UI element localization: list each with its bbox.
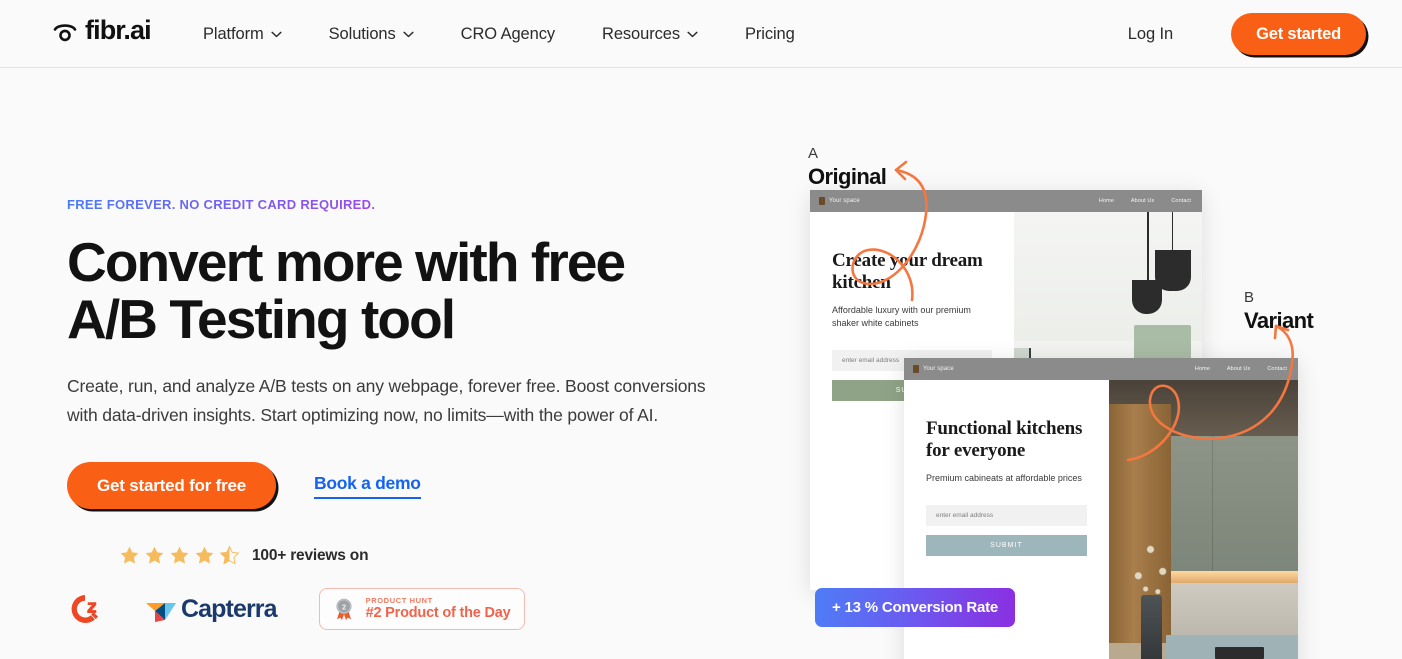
nav-label-platform: Platform — [203, 24, 264, 43]
variant-b-name: Variant — [1244, 308, 1314, 333]
variant-a-name: Original — [808, 164, 887, 189]
page-title: Convert more with free A/B Testing tool — [67, 231, 707, 351]
variant-a-nav-home[interactable]: Home — [1099, 198, 1114, 204]
variant-b-site-header: Your space Home About Us Contact — [904, 358, 1298, 380]
ab-test-illustration: A Original B Variant Your space Home Abo… — [780, 120, 1402, 659]
variant-b-label: B Variant — [1244, 289, 1314, 334]
star-icon-2 — [145, 546, 164, 565]
chevron-down-icon — [271, 31, 282, 37]
login-link[interactable]: Log In — [1128, 25, 1173, 44]
product-hunt-texts: PRODUCT HUNT #2 Product of the Day — [365, 595, 511, 623]
modern-kitchen-photo — [1108, 380, 1298, 659]
get-started-button[interactable]: Get started — [1231, 13, 1366, 55]
hero-eyebrow: FREE FOREVER. NO CREDIT CARD REQUIRED. — [67, 197, 376, 212]
variant-a-brand-text: Your space — [829, 198, 860, 204]
fibr-eye-icon — [53, 23, 77, 41]
nav-label-solutions: Solutions — [328, 24, 396, 43]
variant-a-nav-about[interactable]: About Us — [1131, 198, 1154, 204]
brand-mark-icon — [913, 365, 919, 373]
header-actions: Log In Get started — [1128, 0, 1366, 68]
nav-label-pricing: Pricing — [744, 24, 795, 43]
brand-mark-icon — [819, 197, 825, 205]
variant-a-heading: Create your dream kitchen — [832, 250, 983, 294]
landing-page: fibr.ai Platform Solutions CRO Agency Re… — [0, 0, 1402, 659]
variant-a-label: A Original — [808, 145, 887, 190]
site-header: fibr.ai Platform Solutions CRO Agency Re… — [0, 0, 1402, 68]
g2-logo-icon[interactable] — [67, 591, 103, 627]
social-proof-badges: Capterra 2 PRODUCT HUNT #2 Product of th… — [67, 588, 727, 631]
star-icon-3 — [170, 546, 189, 565]
hero-cta-row: Get started for free Book a demo — [67, 462, 727, 510]
logo-text: fibr.ai — [85, 15, 152, 45]
variant-b-photo — [1108, 380, 1298, 659]
star-icon-4 — [195, 546, 214, 565]
variant-b-brand-text: Your space — [923, 366, 954, 372]
variant-b-heading: Functional kitchens for everyone — [926, 418, 1083, 462]
product-hunt-badge[interactable]: 2 PRODUCT HUNT #2 Product of the Day — [318, 588, 526, 631]
conversion-rate-badge: + 13 % Conversion Rate — [815, 588, 1016, 627]
variant-a-site-header: Your space Home About Us Contact — [810, 190, 1202, 212]
variant-b-submit-button[interactable]: SUBMIT — [926, 534, 1087, 556]
variant-b-nav-home[interactable]: Home — [1195, 366, 1210, 372]
variant-a-site-nav: Home About Us Contact — [1099, 198, 1191, 204]
hero-title-line1: Convert more with free — [67, 231, 626, 293]
get-started-for-free-button[interactable]: Get started for free — [67, 462, 277, 510]
rating-row: 100+ reviews on — [67, 545, 727, 566]
star-icon-half-5 — [219, 545, 240, 565]
nav-item-solutions[interactable]: Solutions — [329, 25, 414, 44]
variant-a-letter: A — [808, 145, 819, 162]
capterra-wordmark: Capterra — [181, 594, 278, 623]
capterra-mark-icon — [146, 603, 176, 623]
variant-a-site-brand: Your space — [819, 197, 860, 205]
star-rating — [119, 545, 240, 566]
main-nav: Platform Solutions CRO Agency Resources … — [203, 0, 795, 68]
variant-b-site-nav: Home About Us Contact — [1195, 366, 1287, 372]
hero-title-line2: A/B Testing tool — [67, 288, 456, 351]
nav-item-platform[interactable]: Platform — [203, 25, 282, 44]
reviews-count-text: 100+ reviews on — [252, 546, 369, 564]
variant-b-paragraph: Premium cabineats at affordable prices — [926, 472, 1082, 483]
variant-a-paragraph: Affordable luxury with our premium shake… — [832, 304, 971, 328]
nav-label-cro-agency: CRO Agency — [460, 24, 555, 43]
variant-b-email-input[interactable]: enter email address — [926, 504, 1087, 526]
capterra-logo[interactable]: Capterra — [144, 594, 278, 624]
book-a-demo-link[interactable]: Book a demo — [314, 473, 421, 499]
nav-item-pricing[interactable]: Pricing — [745, 25, 795, 44]
variant-b-site-brand: Your space — [913, 365, 954, 373]
chevron-down-icon — [403, 31, 414, 37]
nav-item-resources[interactable]: Resources — [602, 25, 698, 44]
star-icon-1 — [120, 546, 139, 565]
nav-item-cro-agency[interactable]: CRO Agency — [461, 25, 555, 44]
medal-icon: 2 — [336, 599, 352, 621]
hero-subtitle: Create, run, and analyze A/B tests on an… — [67, 376, 706, 425]
svg-text:2: 2 — [342, 603, 346, 612]
variant-a-nav-contact[interactable]: Contact — [1171, 198, 1191, 204]
variant-b-letter: B — [1244, 289, 1255, 306]
logo[interactable]: fibr.ai — [52, 15, 152, 45]
nav-label-resources: Resources — [602, 24, 680, 43]
hero-content: FREE FOREVER. NO CREDIT CARD REQUIRED. C… — [67, 196, 727, 631]
product-hunt-label: PRODUCT HUNT — [365, 595, 433, 605]
chevron-down-icon — [687, 31, 698, 37]
variant-b-nav-contact[interactable]: Contact — [1267, 366, 1287, 372]
product-hunt-title: #2 Product of the Day — [365, 604, 511, 621]
variant-b-nav-about[interactable]: About Us — [1227, 366, 1250, 372]
